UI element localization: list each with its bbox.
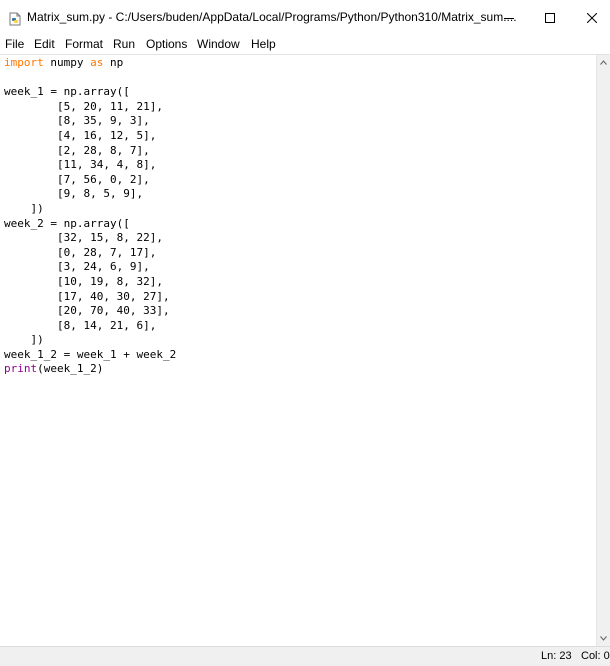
code-line: [2, 28, 8, 7],	[4, 144, 176, 159]
code-line: [20, 70, 40, 33],	[4, 304, 176, 319]
code-line: [8, 35, 9, 3],	[4, 114, 176, 129]
menu-file[interactable]: File	[5, 37, 24, 51]
code-token: (week_1_2)	[37, 362, 104, 376]
code-token: [4, 16, 12, 5],	[4, 128, 157, 142]
maximize-button[interactable]	[527, 0, 573, 34]
code-line: [4, 16, 12, 5],	[4, 129, 176, 144]
code-token: [2, 28, 8, 7],	[4, 143, 150, 157]
code-token: [17, 40, 30, 27],	[4, 289, 170, 303]
maximize-icon	[545, 8, 555, 27]
code-token: [3, 24, 6, 9],	[4, 260, 150, 274]
code-line: [7, 56, 0, 2],	[4, 173, 176, 188]
keyword-token: import	[4, 56, 44, 69]
code-line: [5, 20, 11, 21],	[4, 100, 176, 115]
code-token: ])	[4, 333, 44, 347]
close-button[interactable]	[569, 0, 610, 34]
code-line: [8, 14, 21, 6],	[4, 319, 176, 334]
status-bar: Ln: 23 Col: 0	[0, 646, 610, 666]
menu-format[interactable]: Format	[65, 37, 103, 51]
code-token: [20, 70, 40, 33],	[4, 304, 170, 318]
code-token: ])	[4, 201, 44, 215]
menu-edit[interactable]: Edit	[34, 37, 55, 51]
line-number: Ln: 23	[541, 650, 572, 662]
menu-window[interactable]: Window	[197, 37, 240, 51]
menu-options[interactable]: Options	[146, 37, 187, 51]
close-icon	[586, 8, 598, 27]
title-bar[interactable]: Matrix_sum.py - C:/Users/buden/AppData/L…	[0, 0, 610, 34]
minimize-button[interactable]	[486, 0, 532, 34]
code-token: np	[103, 56, 124, 69]
scroll-up-icon[interactable]	[597, 56, 610, 69]
code-token: [10, 19, 8, 32],	[4, 274, 163, 288]
code-token: [8, 35, 9, 3],	[4, 114, 150, 128]
code-token: [9, 8, 5, 9],	[4, 187, 144, 201]
code-line: week_1 = np.array([	[4, 85, 176, 100]
code-line: week_1_2 = week_1 + week_2	[4, 348, 176, 363]
builtin-token: print	[4, 362, 38, 376]
window-title: Matrix_sum.py - C:/Users/buden/AppData/L…	[27, 10, 517, 24]
code-token: [32, 15, 8, 22],	[4, 231, 163, 245]
code-text[interactable]: import numpy as np week_1 = np.array([ […	[4, 56, 176, 377]
code-line: [9, 8, 5, 9],	[4, 187, 176, 202]
code-line: ])	[4, 202, 176, 217]
code-token: [5, 20, 11, 21],	[4, 99, 163, 113]
code-line: [3, 24, 6, 9],	[4, 260, 176, 275]
keyword-token: as	[90, 56, 104, 69]
code-token: [11, 34, 4, 8],	[4, 158, 157, 172]
code-line: ])	[4, 333, 176, 348]
code-token: [0, 28, 7, 17],	[4, 245, 157, 259]
code-line: [0, 28, 7, 17],	[4, 246, 176, 261]
code-line: import numpy as np	[4, 56, 176, 71]
menu-run[interactable]: Run	[113, 37, 135, 51]
code-line: [10, 19, 8, 32],	[4, 275, 176, 290]
vertical-scrollbar[interactable]	[596, 55, 610, 646]
code-editor[interactable]: import numpy as np week_1 = np.array([ […	[0, 55, 597, 646]
code-token: week_2 = np.array([	[4, 216, 130, 230]
code-token: week_1_2 = week_1 + week_2	[4, 347, 177, 361]
code-line: [32, 15, 8, 22],	[4, 231, 176, 246]
code-line: [17, 40, 30, 27],	[4, 290, 176, 305]
code-line: week_2 = np.array([	[4, 217, 176, 232]
code-token: [7, 56, 0, 2],	[4, 172, 150, 186]
menu-bar: File Edit Format Run Options Window Help	[0, 34, 610, 55]
code-token: numpy	[43, 56, 91, 69]
code-line: print(week_1_2)	[4, 362, 176, 377]
minimize-icon	[504, 8, 514, 27]
code-token: [8, 14, 21, 6],	[4, 318, 157, 332]
scroll-down-icon[interactable]	[597, 632, 610, 645]
code-token: week_1 = np.array([	[4, 85, 130, 99]
menu-help[interactable]: Help	[251, 37, 276, 51]
python-file-icon	[8, 11, 22, 26]
code-line: [11, 34, 4, 8],	[4, 158, 176, 173]
column-number: Col: 0	[581, 650, 610, 662]
